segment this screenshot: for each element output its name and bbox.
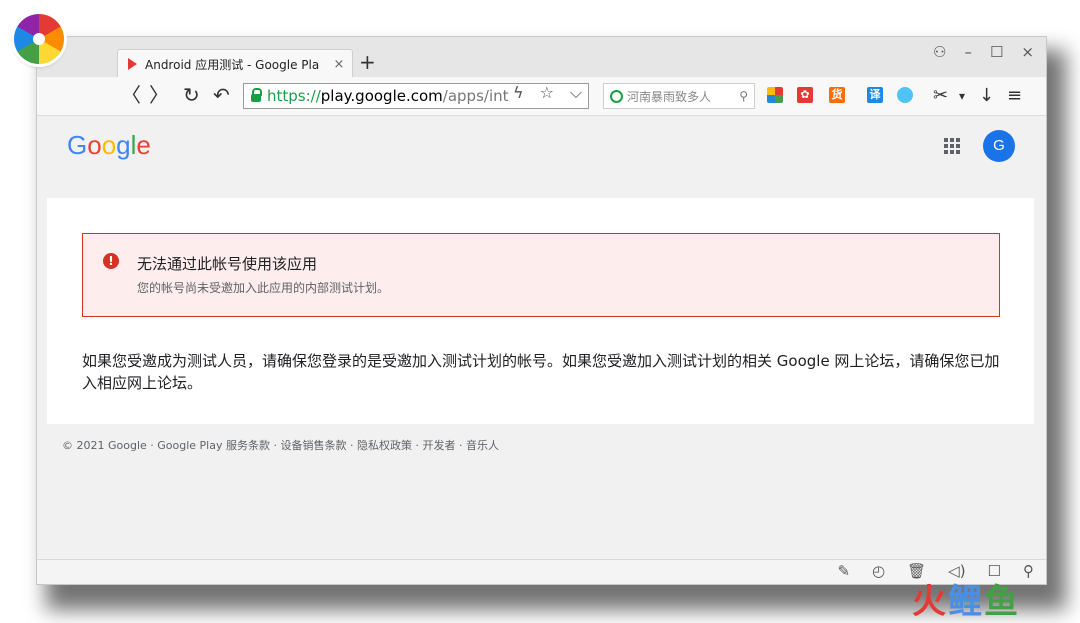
browser-window: Android 应用测试 - Google Pla × + ⚇ – ☐ × 〈 … (36, 36, 1047, 585)
back-button[interactable]: 〈 (121, 83, 141, 107)
cloud-icon[interactable] (897, 87, 913, 103)
tab-strip: Android 应用测试 - Google Pla × + ⚇ – ☐ × (37, 37, 1046, 78)
browser-toolbar: 〈 〉 ↻ ↶ https:// play.google.com /apps/i… (37, 77, 1046, 116)
google-apps-icon[interactable] (944, 138, 960, 154)
cut-icon[interactable]: ✂ (933, 85, 948, 106)
tab-android-testing[interactable]: Android 应用测试 - Google Pla × (117, 49, 353, 78)
translate-icon[interactable]: 译 (867, 87, 883, 103)
speed-icon[interactable]: ◴ (872, 562, 885, 580)
cut-dropdown-icon[interactable]: ▾ (959, 89, 965, 103)
instruction-text: 如果您受邀成为测试人员，请确保您登录的是受邀加入测试计划的帐号。如果您受邀加入测… (82, 352, 1000, 392)
forward-button[interactable]: 〉 (149, 83, 169, 107)
watermark: 火鲤鱼 (912, 574, 1020, 623)
message-card: ! 无法通过此帐号使用该应用 您的帐号尚未受邀加入此应用的内部测试计划。 如果您… (47, 198, 1034, 424)
url-path: /apps/int (442, 87, 509, 105)
alert-subtitle: 您的帐号尚未受邀加入此应用的内部测试计划。 (137, 281, 390, 295)
search-box[interactable]: 河南暴雨致多人 ⚲ (603, 83, 755, 109)
game-icon[interactable]: ✿ (797, 87, 813, 103)
address-dropdown-icon[interactable]: ⌵ (570, 83, 582, 103)
page-content: Google G ! 无法通过此帐号使用该应用 您的帐号尚未受邀加入此应用的内部… (37, 116, 1046, 584)
watermark-part1: 火 (912, 582, 948, 622)
tab-close-icon[interactable]: × (330, 57, 348, 72)
search-engine-icon (610, 89, 623, 103)
google-header: Google G (37, 116, 1046, 178)
zoom-icon[interactable]: ⚲ (1023, 562, 1034, 580)
new-tab-button[interactable]: + (359, 50, 376, 74)
close-window-button[interactable]: × (1021, 43, 1034, 61)
error-alert: ! 无法通过此帐号使用该应用 您的帐号尚未受邀加入此应用的内部测试计划。 (82, 233, 1000, 317)
download-icon[interactable]: ↓ (979, 85, 994, 106)
browser-logo[interactable] (14, 14, 64, 64)
menu-icon[interactable]: ≡ (1007, 85, 1022, 106)
edit-icon[interactable]: ✎ (837, 562, 850, 580)
google-logo[interactable]: Google (67, 130, 151, 161)
reload-button[interactable]: ↻ (183, 83, 200, 107)
bolt-icon[interactable]: ϟ (513, 83, 524, 103)
alert-title: 无法通过此帐号使用该应用 (137, 255, 318, 273)
avatar[interactable]: G (983, 130, 1015, 162)
skin-icon[interactable]: ⚇ (933, 43, 946, 61)
address-icons: ϟ ☆ ⌵ (513, 83, 582, 103)
undo-close-button[interactable]: ↶ (213, 83, 230, 107)
shopping-icon[interactable]: 货 (829, 87, 845, 103)
search-icon[interactable]: ⚲ (739, 89, 748, 103)
status-bar: ✎ ◴ 🗑 ◁) ☐ ⚲ (37, 559, 1046, 584)
watermark-part2: 鲤 (948, 582, 984, 622)
watermark-part3: 鱼 (984, 582, 1020, 622)
lock-icon (251, 88, 262, 102)
url-host: play.google.com (320, 87, 443, 105)
page-footer: © 2021 Google · Google Play 服务条款 · 设备销售条… (62, 439, 499, 452)
search-input[interactable]: 河南暴雨致多人 (627, 88, 739, 105)
maximize-button[interactable]: ☐ (990, 43, 1003, 61)
tab-title: Android 应用测试 - Google Pla (145, 57, 320, 72)
google-play-icon (128, 58, 137, 70)
window-controls: ⚇ – ☐ × (933, 43, 1034, 61)
url-scheme: https:// (267, 87, 321, 105)
minimize-button[interactable]: – (964, 43, 972, 61)
apps-grid-icon[interactable] (767, 87, 783, 103)
error-icon: ! (103, 253, 119, 269)
bookmark-star-icon[interactable]: ☆ (540, 83, 554, 103)
